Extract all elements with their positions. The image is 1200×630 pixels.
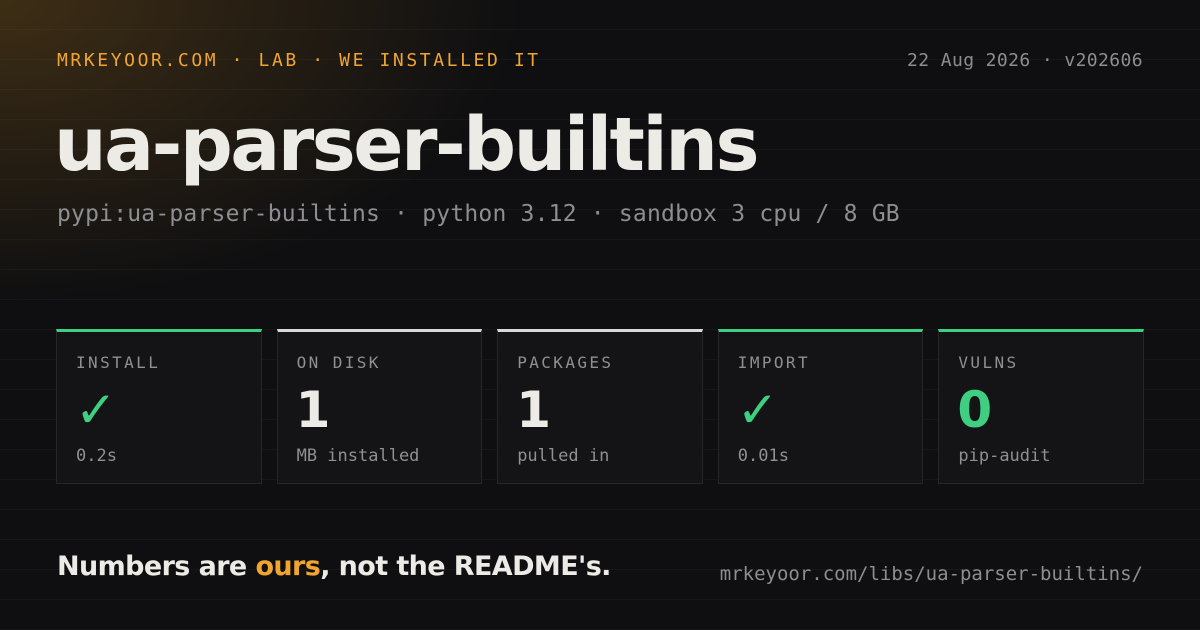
stat-note: MB installed xyxy=(296,446,420,466)
site-eyebrow: MRKEYOOR.COM · LAB · WE INSTALLED IT xyxy=(57,50,541,71)
tagline-prefix: Numbers are xyxy=(57,551,256,582)
stat-card-on-disk: ON DISK 1 MB installed xyxy=(276,329,483,484)
stat-label: PACKAGES xyxy=(517,353,614,372)
page-title: ua-parser-builtins xyxy=(54,102,760,188)
stat-label: IMPORT xyxy=(737,353,810,372)
check-icon: ✓ xyxy=(736,381,779,439)
stat-note: pip-audit xyxy=(958,446,1051,466)
stat-label: VULNS xyxy=(958,353,1019,372)
check-icon: ✓ xyxy=(75,381,117,439)
date-version: 22 Aug 2026 · v202606 xyxy=(907,50,1143,71)
page-url: mrkeyoor.com/libs/ua-parser-builtins/ xyxy=(719,563,1143,585)
stat-label: ON DISK xyxy=(296,353,381,372)
stat-value: 1 xyxy=(516,381,551,439)
tagline: Numbers are ours, not the README's. xyxy=(57,551,611,582)
stats-row: INSTALL ✓ 0.2s ON DISK 1 MB installed PA… xyxy=(56,329,1144,484)
stat-card-vulns: VULNS 0 pip-audit xyxy=(938,329,1144,484)
stat-value: 0 xyxy=(957,381,993,439)
stat-note: 0.01s xyxy=(737,446,789,466)
tagline-suffix: , not the README's. xyxy=(320,551,611,582)
og-card: MRKEYOOR.COM · LAB · WE INSTALLED IT 22 … xyxy=(0,0,1200,630)
stat-value: 1 xyxy=(295,381,331,439)
tagline-accent: ours xyxy=(255,551,321,582)
stat-label: INSTALL xyxy=(76,353,161,372)
stat-card-import: IMPORT ✓ 0.01s xyxy=(717,329,924,484)
package-subtitle: pypi:ua-parser-builtins · python 3.12 · … xyxy=(57,201,900,227)
stat-note: 0.2s xyxy=(76,446,117,466)
stat-note: pulled in xyxy=(517,446,610,466)
stat-card-install: INSTALL ✓ 0.2s xyxy=(56,329,262,484)
stat-card-packages: PACKAGES 1 pulled in xyxy=(497,329,703,484)
